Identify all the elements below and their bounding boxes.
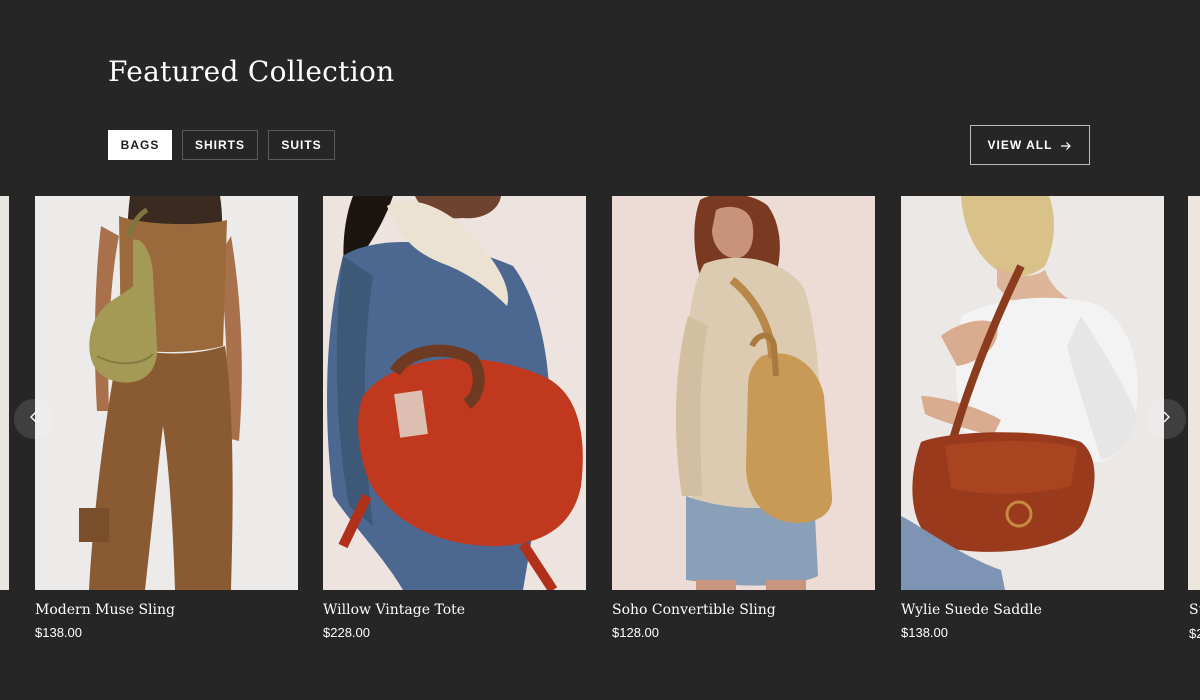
product-card[interactable]: Willow Vintage Tote $228.00: [323, 196, 586, 641]
carousel-next-button[interactable]: [1146, 399, 1186, 439]
product-card[interactable]: Wylie Suede Saddle $138.00: [901, 196, 1164, 641]
product-image[interactable]: [901, 196, 1164, 590]
view-all-button[interactable]: VIEW ALL: [970, 125, 1090, 165]
carousel-prev-button[interactable]: [14, 399, 54, 439]
product-image[interactable]: [612, 196, 875, 590]
product-name[interactable]: Wylie Suede Saddle: [901, 601, 1164, 619]
tab-shirts[interactable]: SHIRTS: [182, 130, 258, 160]
chevron-left-icon: [29, 410, 39, 428]
partial-product-image-left[interactable]: [0, 196, 9, 590]
product-image[interactable]: [323, 196, 586, 590]
product-name[interactable]: Modern Muse Sling: [35, 601, 298, 619]
view-all-label: VIEW ALL: [987, 138, 1053, 152]
chevron-right-icon: [1161, 410, 1171, 428]
category-tabs: BAGS SHIRTS SUITS: [108, 130, 335, 160]
partial-product-name[interactable]: St: [1189, 602, 1200, 618]
product-price: $128.00: [612, 625, 659, 640]
product-price: $228.00: [323, 625, 370, 640]
tab-bags[interactable]: BAGS: [108, 130, 172, 160]
partial-product-image-right[interactable]: [1188, 196, 1200, 590]
product-image[interactable]: [35, 196, 298, 590]
section-title: Featured Collection: [108, 55, 395, 88]
tab-suits[interactable]: SUITS: [268, 130, 335, 160]
product-card[interactable]: Soho Convertible Sling $128.00: [612, 196, 875, 641]
product-name[interactable]: Willow Vintage Tote: [323, 601, 586, 619]
featured-collection-section: Featured Collection BAGS SHIRTS SUITS VI…: [0, 0, 1200, 700]
product-name[interactable]: Soho Convertible Sling: [612, 601, 875, 619]
arrow-right-icon: [1060, 140, 1072, 150]
product-price: $138.00: [35, 625, 82, 640]
product-price: $138.00: [901, 625, 948, 640]
partial-product-price: $2: [1189, 626, 1200, 641]
product-card[interactable]: Modern Muse Sling $138.00: [35, 196, 298, 641]
